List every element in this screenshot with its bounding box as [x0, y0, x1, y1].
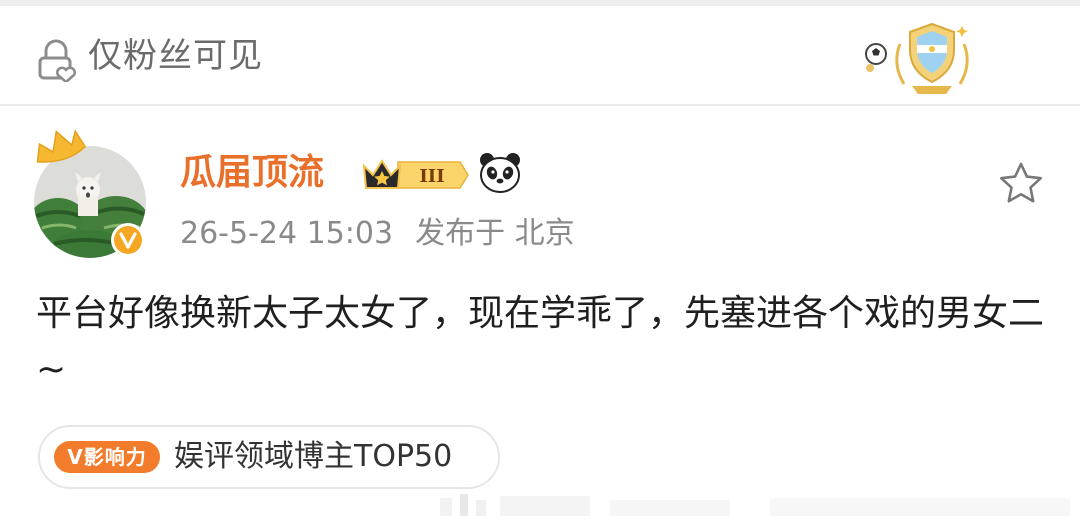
post-location: 北京: [514, 216, 575, 251]
lock-heart-icon: [38, 39, 76, 82]
influence-logo: V影响力: [54, 441, 160, 473]
post-timestamp: 26-5-24 15:03: [180, 216, 394, 251]
vip-level-badge[interactable]: III: [360, 154, 470, 196]
verified-v-icon: [114, 226, 142, 254]
post-body-text: 平台好像换新太子太女了，现在学乖了，先塞进各个戏的男女二 ~: [36, 293, 1045, 390]
location-prefix: 发布于: [415, 216, 506, 251]
section-divider: [0, 104, 1080, 106]
avatar[interactable]: [28, 124, 158, 264]
visibility-label: 仅粉丝可见: [88, 36, 263, 76]
level-text: III: [419, 166, 444, 187]
action-bar-fade: [440, 494, 1070, 516]
avatar-image: [34, 129, 146, 258]
star-outline-icon[interactable]: [997, 160, 1045, 208]
visibility-bar: 仅粉丝可见: [0, 6, 1080, 104]
influence-chip[interactable]: V影响力 娱评领域博主TOP50: [38, 425, 500, 489]
football-shield-badge-icon: [865, 22, 969, 94]
post-author-name[interactable]: 瓜届顶流: [180, 150, 324, 196]
influence-label: 娱评领域博主TOP50: [174, 439, 453, 474]
panda-icon: [480, 153, 520, 193]
post-meta: 26-5-24 15:03 发布于 北京: [180, 212, 575, 256]
